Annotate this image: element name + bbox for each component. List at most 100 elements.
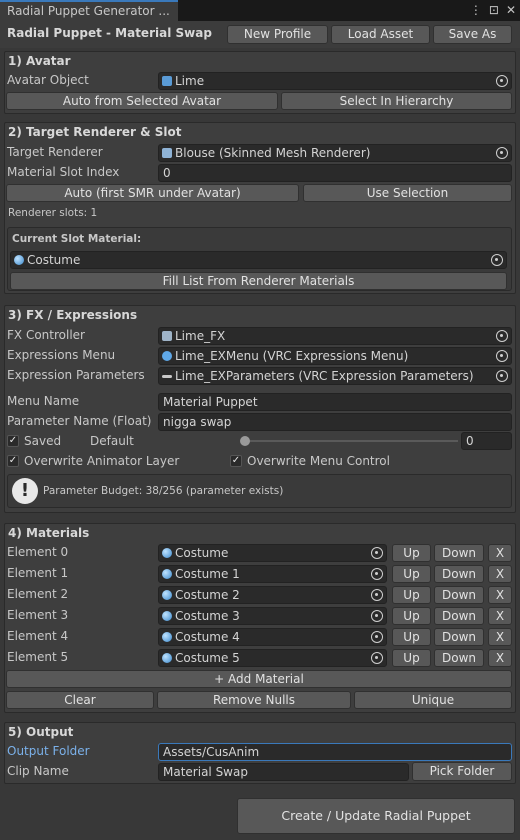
material-icon — [162, 653, 172, 663]
section-title: 5) Output — [8, 725, 74, 739]
avatar-object-field[interactable]: Lime — [158, 72, 512, 90]
move-up-button[interactable]: Up — [392, 544, 431, 562]
element-label: Element 3 — [7, 608, 69, 622]
move-down-button[interactable]: Down — [434, 586, 484, 604]
field-value: Costume 4 — [175, 630, 240, 644]
object-picker-icon[interactable] — [371, 610, 383, 622]
clear-button[interactable]: Clear — [6, 691, 154, 709]
save-as-button[interactable]: Save As — [433, 25, 512, 44]
field-value: Blouse (Skinned Mesh Renderer) — [175, 146, 371, 160]
move-down-button[interactable]: Down — [434, 544, 484, 562]
auto-from-selected-avatar-button[interactable]: Auto from Selected Avatar — [6, 92, 278, 110]
move-down-button[interactable]: Down — [434, 565, 484, 583]
unique-button[interactable]: Unique — [354, 691, 512, 709]
menu-dots-icon[interactable]: ⋮ — [470, 3, 482, 17]
remove-element-button[interactable]: X — [488, 649, 512, 667]
expression-parameters-field[interactable]: Lime_EXParameters (VRC Expression Parame… — [158, 367, 512, 385]
object-picker-icon[interactable] — [496, 330, 508, 342]
object-picker-icon[interactable] — [371, 652, 383, 664]
parameter-budget-text: Parameter Budget: 38/256 (parameter exis… — [43, 485, 284, 497]
toolbar: Radial Puppet - Material Swap New Profil… — [0, 21, 520, 48]
remove-element-button[interactable]: X — [488, 628, 512, 646]
material-slot-index-field[interactable]: 0 — [158, 164, 512, 182]
material-field[interactable]: Costume 1 — [158, 565, 387, 583]
gameobject-icon — [162, 76, 172, 86]
menu-name-input[interactable]: Material Puppet — [158, 393, 512, 411]
output-folder-input[interactable]: Assets/CusAnim — [158, 743, 512, 761]
material-icon — [162, 590, 172, 600]
object-picker-icon[interactable] — [371, 589, 383, 601]
remove-element-button[interactable]: X — [488, 586, 512, 604]
remove-element-button[interactable]: X — [488, 607, 512, 625]
move-up-button[interactable]: Up — [392, 607, 431, 625]
material-field[interactable]: Costume 5 — [158, 649, 387, 667]
parameter-name-input[interactable]: nigga swap — [158, 413, 512, 431]
move-down-button[interactable]: Down — [434, 649, 484, 667]
move-up-button[interactable]: Up — [392, 649, 431, 667]
object-picker-icon[interactable] — [371, 547, 383, 559]
section-title: 3) FX / Expressions — [8, 308, 138, 322]
expressions-menu-icon — [162, 351, 172, 361]
field-value: Costume 1 — [175, 567, 240, 581]
object-picker-icon[interactable] — [371, 631, 383, 643]
select-in-hierarchy-button[interactable]: Select In Hierarchy — [281, 92, 512, 110]
section-title: 2) Target Renderer & Slot — [8, 125, 182, 139]
clip-name-label: Clip Name — [7, 764, 69, 778]
default-value-field[interactable]: 0 — [461, 432, 512, 450]
animator-controller-icon — [162, 331, 172, 341]
object-picker-icon[interactable] — [496, 147, 508, 159]
default-slider-handle[interactable] — [240, 436, 250, 446]
expression-parameters-label: Expression Parameters — [7, 368, 145, 382]
object-picker-icon[interactable] — [371, 568, 383, 580]
remove-nulls-button[interactable]: Remove Nulls — [157, 691, 351, 709]
fx-controller-field[interactable]: Lime_FX — [158, 327, 512, 345]
field-value: Lime_EXParameters (VRC Expression Parame… — [175, 369, 474, 383]
material-field[interactable]: Costume 2 — [158, 586, 387, 604]
element-label: Element 5 — [7, 650, 69, 664]
use-selection-button[interactable]: Use Selection — [303, 184, 512, 202]
add-material-button[interactable]: + Add Material — [6, 670, 512, 688]
section-title: 1) Avatar — [8, 54, 71, 68]
move-up-button[interactable]: Up — [392, 565, 431, 583]
parameters-icon — [162, 375, 172, 378]
target-renderer-field[interactable]: Blouse (Skinned Mesh Renderer) — [158, 144, 512, 162]
clip-name-input[interactable]: Material Swap — [158, 763, 409, 781]
create-update-radial-puppet-button[interactable]: Create / Update Radial Puppet — [237, 798, 515, 834]
saved-checkbox[interactable]: ✓ — [7, 435, 19, 447]
overwrite-menu-control-checkbox[interactable]: ✓ — [230, 455, 242, 467]
section-title: 4) Materials — [8, 526, 90, 540]
object-picker-icon[interactable] — [496, 370, 508, 382]
fill-list-from-renderer-button[interactable]: Fill List From Renderer Materials — [10, 272, 507, 290]
pick-folder-button[interactable]: Pick Folder — [412, 762, 512, 781]
element-label: Element 2 — [7, 587, 69, 601]
new-profile-button[interactable]: New Profile — [227, 25, 328, 44]
load-asset-button[interactable]: Load Asset — [331, 25, 430, 44]
object-picker-icon[interactable] — [496, 75, 508, 87]
maximize-icon[interactable]: ⊡ — [489, 3, 499, 17]
current-slot-material-label: Current Slot Material: — [12, 233, 142, 245]
expressions-menu-label: Expressions Menu — [7, 348, 116, 362]
renderer-slots-info: Renderer slots: 1 — [8, 207, 98, 219]
remove-element-button[interactable]: X — [488, 565, 512, 583]
object-picker-icon[interactable] — [496, 350, 508, 362]
object-picker-icon[interactable] — [491, 254, 503, 266]
default-slider-track[interactable] — [244, 440, 458, 442]
move-down-button[interactable]: Down — [434, 628, 484, 646]
move-up-button[interactable]: Up — [392, 628, 431, 646]
move-up-button[interactable]: Up — [392, 586, 431, 604]
field-value: Costume 3 — [175, 609, 240, 623]
material-field[interactable]: Costume 4 — [158, 628, 387, 646]
overwrite-animator-layer-checkbox[interactable]: ✓ — [7, 455, 19, 467]
overwrite-menu-control-label: Overwrite Menu Control — [247, 454, 390, 468]
move-down-button[interactable]: Down — [434, 607, 484, 625]
close-icon[interactable]: ✕ — [506, 3, 516, 17]
material-slot-index-label: Material Slot Index — [7, 165, 120, 179]
window-tab[interactable]: Radial Puppet Generator ... — [0, 0, 178, 21]
current-slot-material-field[interactable]: Costume — [10, 251, 507, 269]
remove-element-button[interactable]: X — [488, 544, 512, 562]
expressions-menu-field[interactable]: Lime_EXMenu (VRC Expressions Menu) — [158, 347, 512, 365]
material-field[interactable]: Costume — [158, 544, 387, 562]
auto-first-smr-button[interactable]: Auto (first SMR under Avatar) — [6, 184, 299, 202]
parameter-name-label: Parameter Name (Float) — [7, 414, 152, 428]
material-field[interactable]: Costume 3 — [158, 607, 387, 625]
